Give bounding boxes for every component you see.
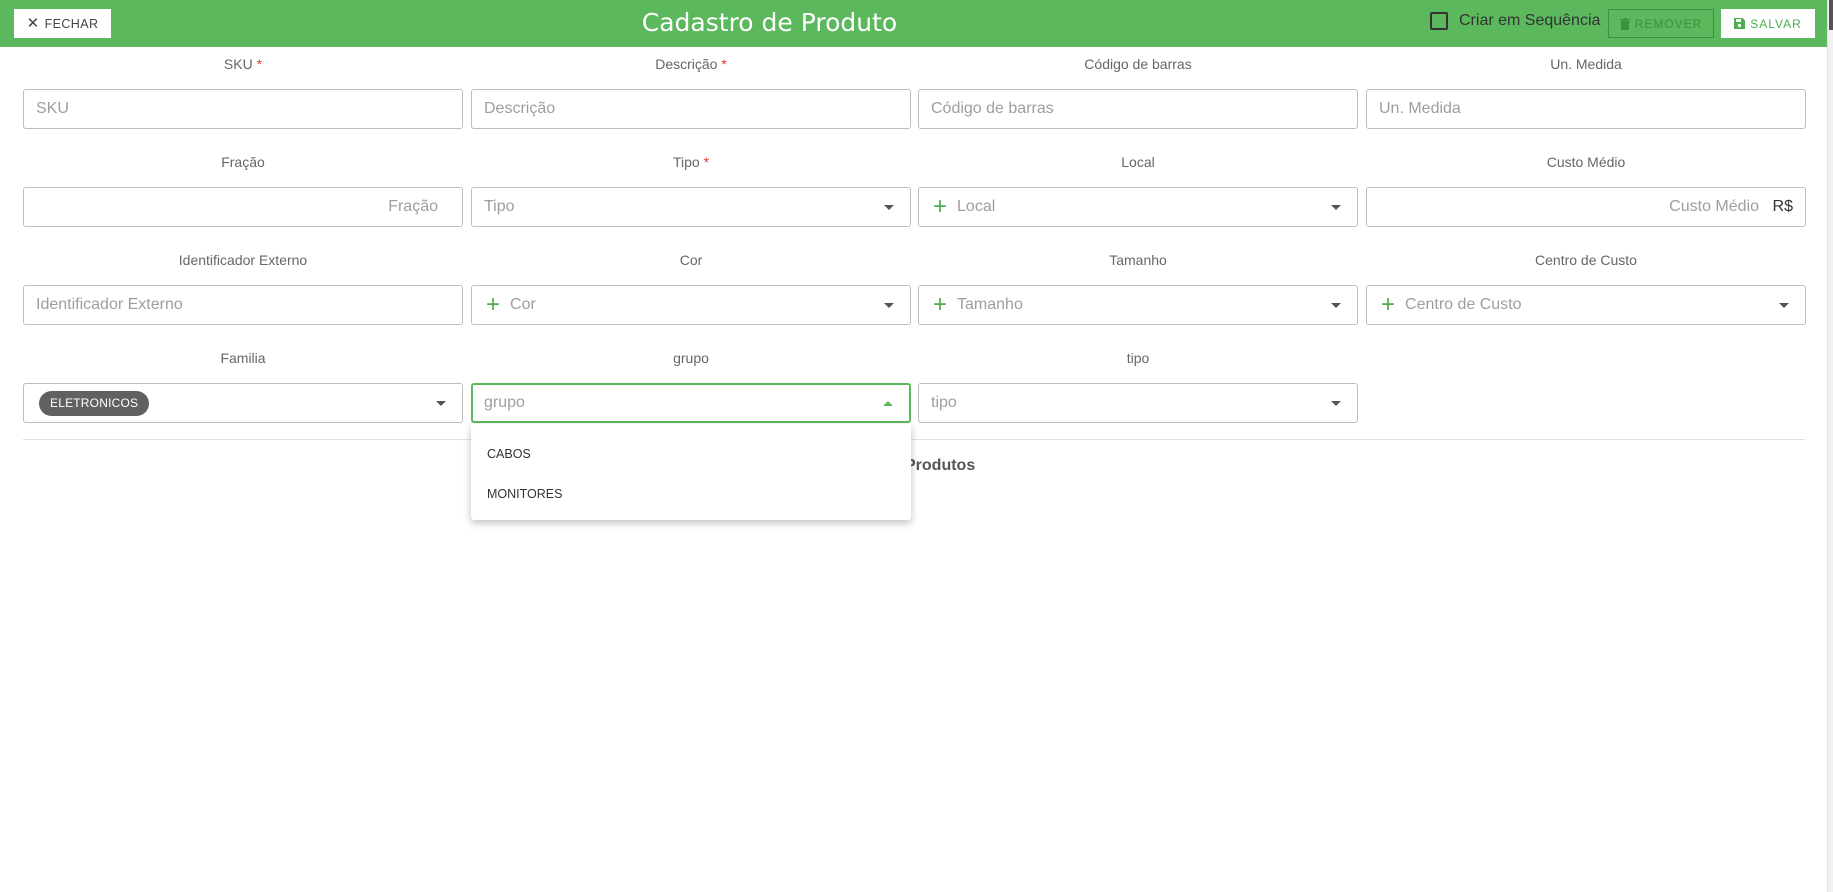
identificador-externo-input[interactable] xyxy=(24,286,462,324)
un-medida-field[interactable] xyxy=(1366,89,1806,129)
required-mark: * xyxy=(721,56,727,72)
create-in-sequence-label: Criar em Sequência xyxy=(1459,12,1601,29)
cor-placeholder: Cor xyxy=(510,296,536,313)
centro-custo-placeholder: Centro de Custo xyxy=(1405,296,1522,313)
centro-custo-select[interactable]: + Centro de Custo xyxy=(1366,285,1806,325)
tipo-placeholder: Tipo xyxy=(484,198,515,215)
un-medida-label: Un. Medida xyxy=(1550,56,1622,72)
familia-select[interactable]: ELETRONICOS xyxy=(23,383,463,423)
descricao-label: Descrição * xyxy=(471,56,911,72)
sku-field[interactable] xyxy=(23,89,463,129)
descricao-input[interactable] xyxy=(472,90,910,128)
cor-select[interactable]: + Cor xyxy=(471,285,911,325)
chevron-down-icon xyxy=(1331,205,1341,210)
close-icon: ✕ xyxy=(26,15,40,32)
identificador-externo-label: Identificador Externo xyxy=(178,252,308,268)
close-label: FECHAR xyxy=(44,16,99,31)
chevron-up-icon xyxy=(883,401,893,406)
chevron-down-icon xyxy=(884,205,894,210)
page-title: Cadastro de Produto xyxy=(641,8,898,37)
currency-suffix: R$ xyxy=(1772,198,1793,215)
codigo-barras-input[interactable] xyxy=(919,90,1357,128)
tipo2-placeholder: tipo xyxy=(931,394,957,411)
local-label: Local xyxy=(1121,154,1155,170)
custo-medio-field[interactable]: R$ xyxy=(1366,187,1806,227)
cor-label: Cor xyxy=(679,252,703,268)
chevron-down-icon xyxy=(1331,401,1341,406)
local-placeholder: Local xyxy=(957,198,996,215)
familia-label: Familia xyxy=(220,350,266,366)
save-label: SALVAR xyxy=(1750,16,1802,31)
sku-label: SKU * xyxy=(23,56,463,72)
tipo-label-text: Tipo xyxy=(672,154,700,170)
sku-input[interactable] xyxy=(24,90,462,128)
identificador-externo-field[interactable] xyxy=(23,285,463,325)
remove-button[interactable]: REMOVER xyxy=(1608,9,1714,38)
descricao-label-text: Descrição xyxy=(655,56,718,72)
tipo-label: Tipo * xyxy=(471,154,911,170)
grupo-placeholder: grupo xyxy=(484,394,525,411)
grupo-option[interactable]: MONITORES xyxy=(471,474,911,514)
divider xyxy=(23,439,1805,440)
checkbox-icon xyxy=(1430,12,1448,30)
save-icon xyxy=(1734,18,1746,29)
fracao-field[interactable] xyxy=(23,187,463,227)
grupo-label: grupo xyxy=(673,350,709,366)
close-button[interactable]: ✕ FECHAR xyxy=(14,9,111,38)
codigo-barras-field[interactable] xyxy=(918,89,1358,129)
top-bar: ✕ FECHAR Cadastro de Produto Criar em Se… xyxy=(0,0,1833,47)
create-in-sequence-checkbox[interactable]: Criar em Sequência xyxy=(1430,12,1600,30)
scrollbar[interactable] xyxy=(1827,0,1833,892)
grupo-option[interactable]: CABOS xyxy=(471,434,911,474)
trash-icon xyxy=(1619,17,1630,30)
chevron-down-icon xyxy=(884,303,894,308)
tamanho-select[interactable]: + Tamanho xyxy=(918,285,1358,325)
tipo-select[interactable]: Tipo xyxy=(471,187,911,227)
scrollbar-thumb[interactable] xyxy=(1829,0,1833,30)
tipo2-label: tipo xyxy=(1126,350,1150,366)
custo-medio-input[interactable] xyxy=(1367,188,1805,226)
tamanho-placeholder: Tamanho xyxy=(957,296,1023,313)
un-medida-input[interactable] xyxy=(1367,90,1805,128)
local-select[interactable]: + Local xyxy=(918,187,1358,227)
chevron-down-icon xyxy=(436,401,446,406)
centro-custo-label: Centro de Custo xyxy=(1535,252,1637,268)
chevron-down-icon xyxy=(1331,303,1341,308)
sku-label-text: SKU xyxy=(223,56,253,72)
descricao-field[interactable] xyxy=(471,89,911,129)
familia-chip[interactable]: ELETRONICOS xyxy=(39,390,150,416)
grupo-dropdown-menu: CABOS MONITORES xyxy=(471,424,911,520)
codigo-barras-label: Código de barras xyxy=(1084,56,1192,72)
required-mark: * xyxy=(703,154,710,170)
fracao-label: Fração xyxy=(221,154,265,170)
grupo-select[interactable]: grupo xyxy=(471,383,911,423)
tamanho-label: Tamanho xyxy=(1109,252,1167,268)
save-button[interactable]: SALVAR xyxy=(1721,9,1815,38)
fracao-input[interactable] xyxy=(24,188,462,226)
section-title: Produtos xyxy=(905,457,976,474)
required-mark: * xyxy=(256,56,263,72)
tipo2-select[interactable]: tipo xyxy=(918,383,1358,423)
remove-label: REMOVER xyxy=(1634,16,1703,31)
custo-medio-label: Custo Médio xyxy=(1546,154,1626,170)
chevron-down-icon xyxy=(1779,303,1789,308)
